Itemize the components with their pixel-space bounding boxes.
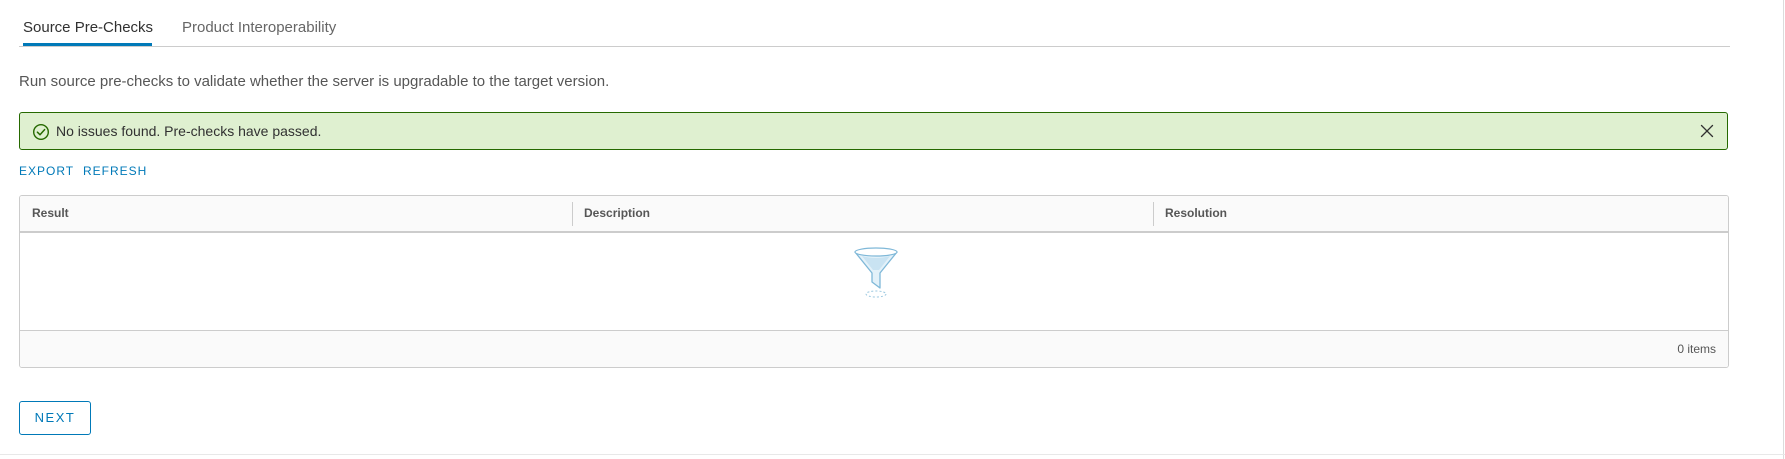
grid-empty-body xyxy=(20,233,1728,326)
next-button[interactable]: NEXT xyxy=(19,401,91,435)
check-circle-icon xyxy=(32,123,50,141)
refresh-button[interactable]: REFRESH xyxy=(83,164,147,178)
column-header-description[interactable]: Description xyxy=(584,196,650,231)
column-header-resolution[interactable]: Resolution xyxy=(1165,196,1227,231)
tab-bar: Source Pre-Checks Product Interoperabili… xyxy=(19,12,1730,47)
alert-message: No issues found. Pre-checks have passed. xyxy=(56,123,322,139)
item-count: 0 items xyxy=(1677,342,1716,356)
filter-funnel-icon xyxy=(852,246,900,302)
grid-footer: 0 items xyxy=(20,330,1728,367)
export-button[interactable]: EXPORT xyxy=(19,164,74,178)
grid-header: Result Description Resolution xyxy=(20,196,1728,233)
intro-text: Run source pre-checks to validate whethe… xyxy=(19,73,610,90)
results-grid: Result Description Resolution 0 items xyxy=(19,195,1729,368)
page-bottom-border xyxy=(0,454,1785,455)
column-separator[interactable] xyxy=(572,202,573,226)
page-right-border xyxy=(1783,0,1784,459)
success-alert: No issues found. Pre-checks have passed. xyxy=(19,112,1728,150)
tab-source-pre-checks[interactable]: Source Pre-Checks xyxy=(23,19,153,46)
column-header-result[interactable]: Result xyxy=(32,196,69,231)
tab-product-interoperability[interactable]: Product Interoperability xyxy=(182,19,336,46)
column-separator[interactable] xyxy=(1153,202,1154,226)
close-icon[interactable] xyxy=(1699,123,1715,139)
